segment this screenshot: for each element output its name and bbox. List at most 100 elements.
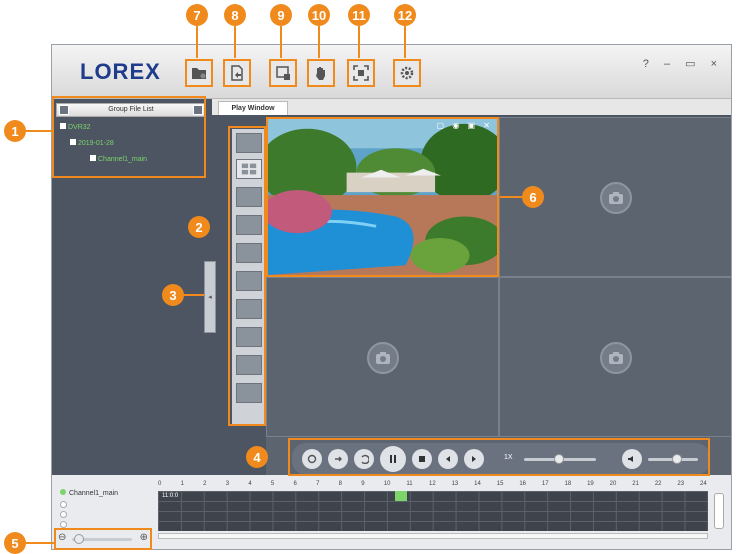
loop-icon	[335, 456, 342, 462]
rewind-button[interactable]	[354, 449, 374, 469]
title-bar: LOREX ? – ▭ ×	[52, 45, 731, 99]
speaker-icon	[628, 456, 633, 462]
timeline-hour-label: 14	[474, 481, 481, 487]
camera-icon	[600, 182, 632, 214]
export-icon	[231, 65, 243, 81]
video-pane-3[interactable]	[266, 277, 499, 437]
timeline-recording-segment[interactable]	[395, 491, 408, 501]
step-forward-button[interactable]	[464, 449, 484, 469]
timeline-zoom-control: ⊖ ⊕	[58, 532, 148, 546]
timeline-hour-label: 21	[632, 481, 639, 487]
callout-11: 11	[348, 4, 370, 26]
snapshot-icon	[276, 66, 290, 80]
layout-1-button[interactable]	[236, 133, 262, 153]
collapse-icon[interactable]	[193, 105, 203, 115]
callout-10-line	[318, 26, 320, 58]
timeline-hour-label: 18	[564, 481, 572, 487]
panel-splitter-handle[interactable]: ◂	[204, 261, 216, 333]
layout-9-button[interactable]	[236, 243, 262, 263]
export-button[interactable]	[223, 59, 251, 87]
pool-camera-image	[268, 119, 497, 275]
channel-radio-3[interactable]	[60, 511, 67, 518]
pause-button[interactable]	[380, 446, 406, 472]
group-file-header: Group File List	[56, 103, 206, 117]
timeline-hour-label: 7	[316, 481, 320, 487]
pan-button[interactable]	[307, 59, 335, 87]
volume-button[interactable]	[622, 449, 642, 469]
timeline-hour-label: 17	[541, 481, 549, 487]
volume-slider-handle[interactable]	[672, 454, 682, 464]
layout-wide-button[interactable]	[236, 299, 262, 319]
timeline-panel: Channel1_main 0 1 2 3 4 5 6 7 8 9 10 11 12 13 14 15 16 17…	[52, 475, 731, 549]
callout-4: 4	[246, 446, 268, 468]
snapshot-button[interactable]	[269, 59, 297, 87]
timeline-grid[interactable]: 11:0:0	[158, 491, 708, 531]
speed-slider-handle[interactable]	[554, 454, 564, 464]
callout-5: 5	[4, 532, 26, 554]
layout-4-button[interactable]	[236, 159, 262, 179]
timeline-hour-label: 12	[429, 481, 436, 487]
step-back-button[interactable]	[438, 449, 458, 469]
timeline-hour-label: 19	[587, 481, 594, 487]
zoom-slider-handle[interactable]	[74, 534, 84, 544]
channel-radio-2[interactable]	[60, 501, 67, 508]
video-pane-1[interactable]: ▢ ◉ ▣ ✕	[266, 117, 499, 277]
tree-item-date[interactable]: 2019-01-28	[70, 139, 114, 147]
window-controls[interactable]: ? – ▭ ×	[643, 57, 723, 70]
layout-16-button[interactable]	[236, 271, 262, 291]
player-window: LOREX ? – ▭ × Group File List DVR32 2019…	[51, 44, 732, 550]
pane-controls[interactable]: ▢ ◉ ▣ ✕	[437, 121, 493, 130]
callout-12-line	[404, 26, 406, 58]
layout-selector	[232, 129, 266, 425]
callout-3: 3	[162, 284, 184, 306]
tree-item-channel[interactable]: Channel1_main	[90, 155, 147, 163]
step-back-icon	[446, 456, 450, 462]
callout-6: 6	[522, 186, 544, 208]
layout-8-button[interactable]	[236, 215, 262, 235]
open-folder-button[interactable]	[185, 59, 213, 87]
callout-9: 9	[270, 4, 292, 26]
timeline-ruler: 0 1 2 3 4 5 6 7 8 9 10 11 12 13 14 15 16 17 18 19 20 21 22 23 24	[158, 481, 708, 491]
folder-icon	[192, 68, 206, 79]
zoom-in-icon[interactable]: ⊕	[140, 532, 148, 543]
tab-play-window[interactable]: Play Window	[218, 101, 288, 115]
expand-icon	[70, 139, 76, 145]
callout-7: 7	[186, 4, 208, 26]
callout-7-line	[196, 26, 198, 58]
fullscreen-button[interactable]	[347, 59, 375, 87]
stop-icon	[419, 456, 425, 462]
stop-button[interactable]	[412, 449, 432, 469]
timeline-vertical-scrollbar[interactable]	[714, 493, 724, 529]
layout-6-button[interactable]	[236, 187, 262, 207]
playback-controls: 1X	[292, 443, 710, 475]
tab-bar: Play Window	[212, 99, 731, 115]
video-pane-4[interactable]	[499, 277, 731, 437]
timeline-scrollbar[interactable]	[158, 533, 708, 539]
zoom-out-icon[interactable]: ⊖	[58, 532, 66, 543]
grid-4-icon	[241, 163, 257, 175]
timeline-hour-label: 2	[203, 481, 207, 487]
callout-12: 12	[394, 4, 416, 26]
expand-icon	[60, 123, 66, 129]
timeline-channel-label[interactable]: Channel1_main	[60, 489, 118, 497]
video-grid: ▢ ◉ ▣ ✕	[266, 117, 731, 483]
loop-button[interactable]	[328, 449, 348, 469]
timeline-current-time: 11:0:0	[162, 493, 179, 499]
hand-icon	[316, 67, 325, 80]
timeline-hour-label: 3	[225, 481, 230, 487]
tree-item-root[interactable]: DVR32	[60, 123, 91, 131]
timeline-hour-label: 16	[519, 481, 527, 487]
sync-play-button[interactable]	[302, 449, 322, 469]
callout-6-line	[500, 196, 522, 198]
layout-25-button[interactable]	[236, 355, 262, 375]
settings-button[interactable]	[393, 59, 421, 87]
layout-custom-button[interactable]	[236, 383, 262, 403]
layout-13-button[interactable]	[236, 327, 262, 347]
checkbox-icon	[90, 155, 96, 161]
timeline-hour-label: 5	[270, 481, 275, 487]
timeline-hour-label: 0	[158, 481, 162, 487]
screenshot-stage: 7 8 9 10 11 12 1 2 3 4 5 6 LOREX ? – ▭ ×…	[0, 0, 737, 554]
group-file-title: Group File List	[108, 106, 154, 113]
channel-radio-4[interactable]	[60, 521, 67, 528]
camera-icon	[600, 342, 632, 374]
